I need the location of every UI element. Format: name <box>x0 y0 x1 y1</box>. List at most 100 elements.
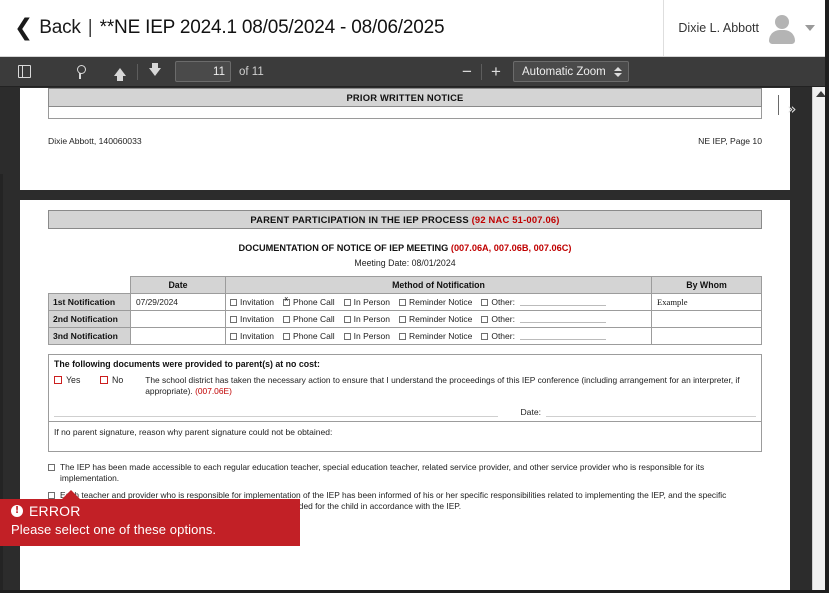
checkbox-remindernotice-1[interactable]: Reminder Notice <box>399 297 472 307</box>
row-bywhom-2[interactable] <box>651 310 762 328</box>
pdf-page-10: PRIOR WRITTEN NOTICE Dixie Abbott, 14006… <box>20 88 790 190</box>
checkbox-box <box>230 298 237 306</box>
checkbox-inperson-2[interactable]: In Person <box>343 314 390 324</box>
radio-no-label: No <box>112 375 124 385</box>
search-button[interactable] <box>70 60 98 84</box>
checkbox-box <box>399 298 407 306</box>
row-bywhom-1[interactable]: Example <box>651 293 762 311</box>
radio-no[interactable]: No <box>100 375 123 385</box>
sidebar-toggle-button[interactable] <box>10 60 38 84</box>
checkbox-label: Reminder Notice <box>409 314 473 324</box>
acknowledgement-item-1[interactable]: The IEP has been made accessible to each… <box>48 462 762 484</box>
page-footer-label: NE IEP, Page 10 <box>698 136 762 146</box>
toolbar-divider <box>137 63 138 80</box>
checkbox-label: Phone Call <box>293 331 335 341</box>
documentation-subtitle: DOCUMENTATION OF NOTICE OF IEP MEETING (… <box>48 243 762 253</box>
pdf-viewer[interactable]: PRIOR WRITTEN NOTICE Dixie Abbott, 14006… <box>0 87 829 593</box>
checkbox-other-3[interactable]: Other: <box>481 331 606 341</box>
back-navigation[interactable]: ❮ Back | **NE IEP 2024.1 08/05/2024 - 08… <box>0 16 445 40</box>
spinner-icon <box>614 66 622 77</box>
checkbox-other-1[interactable]: Other: <box>481 297 606 307</box>
row-date-2[interactable] <box>130 310 226 328</box>
checkbox-label: Invitation <box>240 314 275 324</box>
checkbox-label: In Person <box>353 297 391 307</box>
chevron-down-icon[interactable] <box>805 25 815 31</box>
row-bywhom-3[interactable] <box>651 327 762 345</box>
checkbox-remindernotice-3[interactable]: Reminder Notice <box>399 331 472 341</box>
checkbox-inperson-1[interactable]: In Person <box>343 297 391 307</box>
chevron-left-icon[interactable]: ❮ <box>14 16 33 40</box>
checkbox-box-error <box>54 376 62 384</box>
checkbox-invitation-2[interactable]: Invitation <box>230 314 274 324</box>
checkbox-remindernotice-2[interactable]: Reminder Notice <box>399 314 472 324</box>
checkbox-invitation-1[interactable]: Invitation <box>230 297 274 307</box>
checkbox-inperson-3[interactable]: In Person <box>343 331 390 341</box>
app-header: ❮ Back | **NE IEP 2024.1 08/05/2024 - 08… <box>0 0 829 57</box>
checkbox-label: Phone Call <box>293 297 335 307</box>
chevron-double-right-icon[interactable]: » <box>784 100 800 118</box>
yes-no-options: Yes No The school district has taken the… <box>49 372 761 399</box>
date-input[interactable] <box>546 405 756 417</box>
row-date-1[interactable]: 07/29/2024 <box>130 293 226 311</box>
checkbox-box <box>230 315 237 323</box>
radio-yes[interactable]: Yes <box>54 375 80 385</box>
error-tooltip: ! ERROR Please select one of these optio… <box>0 490 300 546</box>
prior-written-notice-subband <box>48 107 762 119</box>
checkbox-box <box>481 298 489 306</box>
parent-participation-citation: (92 NAC 51-007.06) <box>471 214 560 225</box>
checkbox-invitation-3[interactable]: Invitation <box>230 331 274 341</box>
documents-provided-box: The following documents were provided to… <box>48 354 762 422</box>
other-input-1[interactable] <box>519 298 606 306</box>
user-menu[interactable]: Dixie L. Abbott <box>663 0 829 56</box>
meeting-date-label: Meeting Date: 08/01/2024 <box>354 258 456 268</box>
row-label-1: 1st Notification <box>48 293 131 311</box>
no-signature-reason-box: If no parent signature, reason why paren… <box>48 421 762 452</box>
row-methods-2: Invitation Phone Call In Person Reminder… <box>225 310 652 328</box>
row-date-3[interactable] <box>130 327 226 345</box>
checkbox-phonecall-3[interactable]: Phone Call <box>283 331 335 341</box>
next-page-button[interactable] <box>141 60 169 84</box>
page-meta-row: Dixie Abbott, 140060033 NE IEP, Page 10 <box>48 136 762 146</box>
viewer-divider <box>778 95 779 115</box>
zoom-in-button[interactable]: + <box>485 63 507 80</box>
radio-yes-label: Yes <box>66 375 81 385</box>
page-count-label: of 11 <box>239 65 264 78</box>
acknowledgement-text-1: The IEP has been made accessible to each… <box>60 461 705 483</box>
row-label-3: 3nd Notification <box>48 327 131 345</box>
other-input-3[interactable] <box>519 332 606 340</box>
sidebar-toggle-icon <box>17 65 31 78</box>
previous-page-button[interactable] <box>106 60 134 84</box>
documents-provided-title: The following documents were provided to… <box>54 359 320 369</box>
checkbox-box <box>399 332 407 340</box>
zoom-level-select[interactable]: Automatic Zoom <box>513 61 629 82</box>
checkbox-label: Other: <box>491 297 515 307</box>
checkbox-label: Reminder Notice <box>409 297 473 307</box>
row-methods-1: Invitation Phone Call In Person <box>225 293 652 311</box>
signature-row: Date: <box>49 399 761 421</box>
checkbox-box <box>48 492 55 500</box>
prior-written-notice-band: PRIOR WRITTEN NOTICE <box>48 88 762 107</box>
table-header-blank <box>49 277 131 294</box>
arrow-down-icon <box>149 62 161 76</box>
checkbox-box <box>283 332 291 340</box>
checkbox-phonecall-2[interactable]: Phone Call <box>283 314 335 324</box>
checkbox-box <box>230 332 237 340</box>
assurance-statement-text: The school district has taken the necess… <box>145 375 740 396</box>
avatar <box>767 13 797 44</box>
signature-input[interactable] <box>54 405 499 417</box>
checkbox-label: Reminder Notice <box>409 331 473 341</box>
checkbox-label: Invitation <box>240 297 275 307</box>
magnifier-icon <box>77 64 91 79</box>
table-row: 2nd Notification Invitation Phone Call I… <box>48 310 762 328</box>
other-input-2[interactable] <box>519 315 606 323</box>
table-header-bywhom: By Whom <box>651 276 762 294</box>
back-button-label[interactable]: Back <box>39 17 81 39</box>
no-signature-reason-label: If no parent signature, reason why paren… <box>54 426 333 437</box>
checkbox-other-2[interactable]: Other: <box>481 314 606 324</box>
zoom-out-button[interactable]: − <box>456 63 478 80</box>
error-header: ! ERROR <box>11 503 290 519</box>
page-number-input[interactable] <box>175 61 231 82</box>
assurance-citation: (007.06E) <box>195 385 232 396</box>
checkbox-phonecall-1[interactable]: Phone Call <box>283 296 335 307</box>
checkbox-box <box>481 315 489 323</box>
